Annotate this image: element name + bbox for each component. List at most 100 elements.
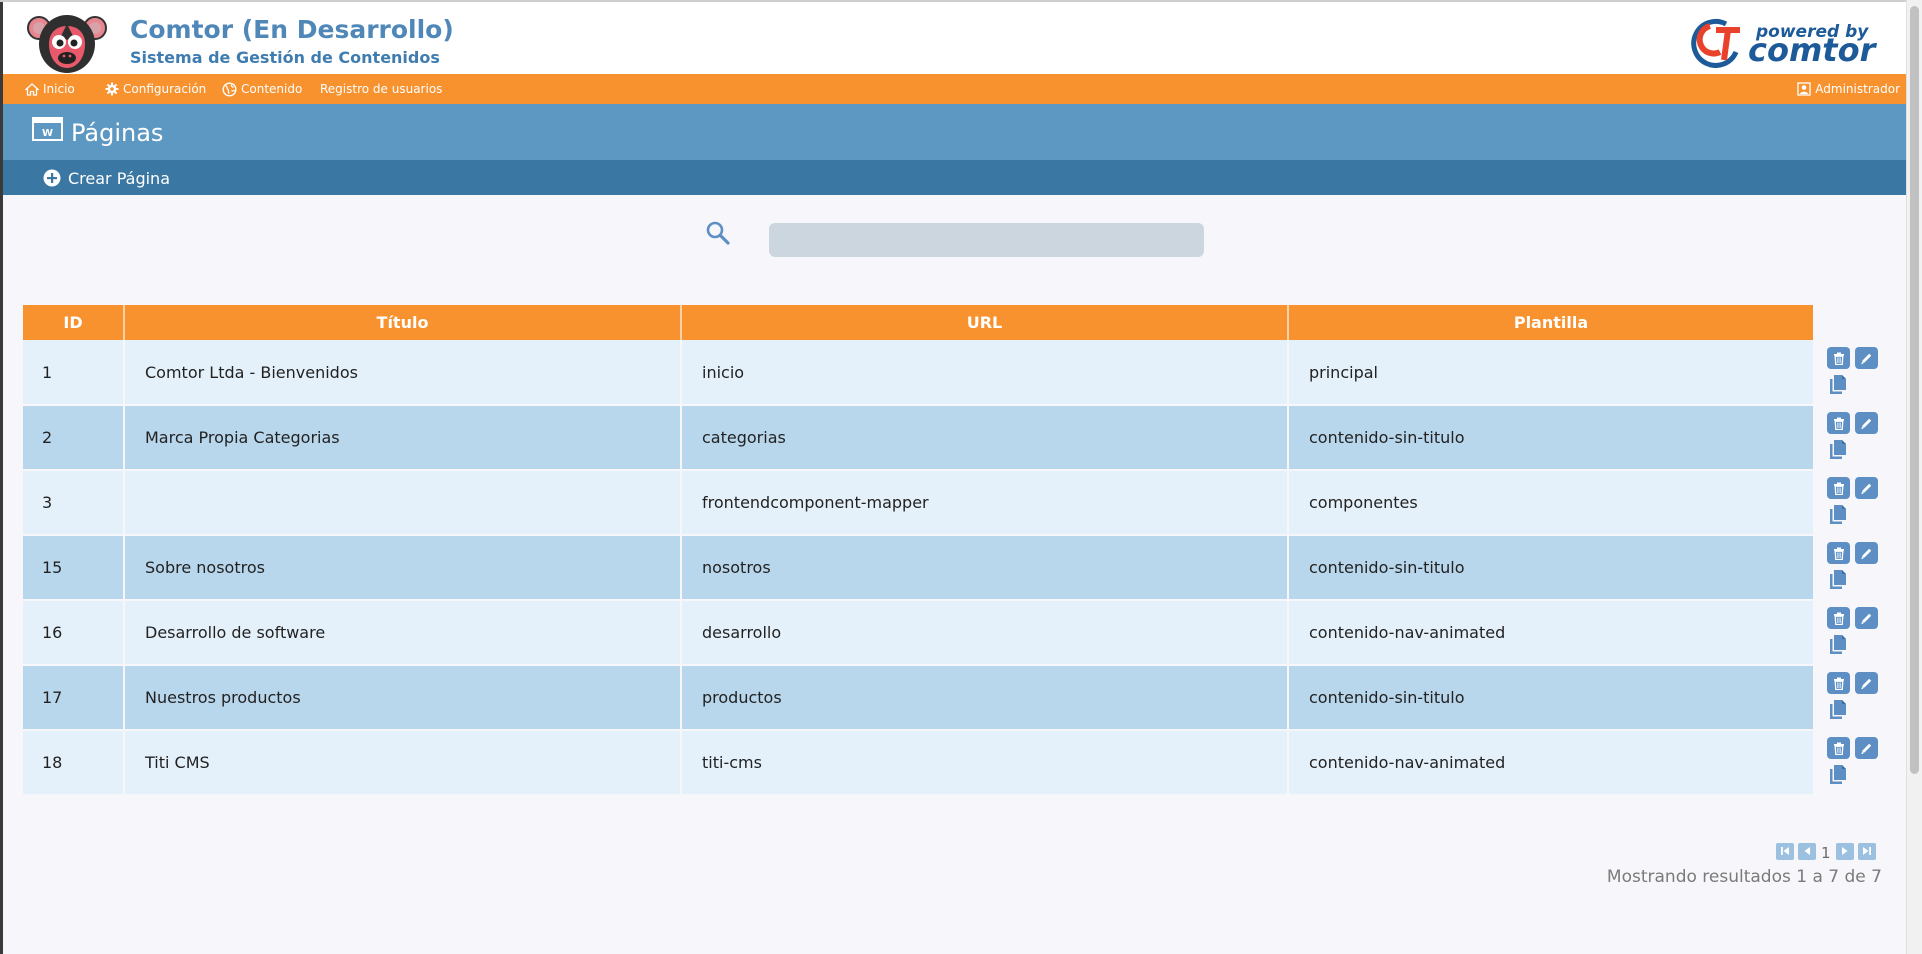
edit-row-button[interactable] <box>1855 607 1878 629</box>
search-icon[interactable] <box>705 220 731 246</box>
delete-row-button[interactable] <box>1827 542 1850 564</box>
delete-row-button[interactable] <box>1827 412 1850 434</box>
content-area: ID Título URL Plantilla 1 Comtor Ltda - … <box>3 195 1906 954</box>
nav-item-inicio[interactable]: Inicio <box>25 74 75 104</box>
previous-page-icon <box>1804 847 1810 855</box>
table-row[interactable]: 3 frontendcomponent-mapper componentes <box>23 470 1813 536</box>
edit-row-button[interactable] <box>1855 672 1878 694</box>
user-menu[interactable]: Administrador <box>1797 74 1900 104</box>
table-row[interactable]: 17 Nuestros productos productos contenid… <box>23 665 1813 731</box>
cell-titulo: Comtor Ltda - Bienvenidos <box>124 340 682 406</box>
duplicate-row-button[interactable] <box>1827 698 1849 724</box>
cell-plantilla: contenido-sin-titulo <box>1288 535 1813 601</box>
nav-item-label: Configuración <box>123 82 207 96</box>
duplicate-row-button[interactable] <box>1827 438 1849 464</box>
next-page-icon <box>1841 847 1848 855</box>
table-row[interactable]: 16 Desarrollo de software desarrollo con… <box>23 600 1813 666</box>
nav-item-configuracion[interactable]: Configuración <box>105 74 206 104</box>
gear-icon <box>105 82 119 96</box>
cell-plantilla: contenido-nav-animated <box>1288 600 1813 666</box>
table-row[interactable]: 18 Titi CMS titi-cms contenido-nav-anima… <box>23 730 1813 796</box>
cell-url: categorias <box>681 405 1289 471</box>
edit-row-button[interactable] <box>1855 542 1878 564</box>
row-action-group <box>1827 737 1878 797</box>
trash-icon <box>1833 482 1844 495</box>
plus-circle-icon <box>43 169 61 187</box>
nav-item-contenido[interactable]: Contenido <box>222 74 302 104</box>
nav-item-label: Registro de usuarios <box>320 82 443 96</box>
row-action-group <box>1827 347 1878 407</box>
first-page-icon <box>1781 847 1789 855</box>
column-header-id[interactable]: ID <box>23 305 125 340</box>
row-action-group <box>1827 672 1878 732</box>
duplicate-row-button[interactable] <box>1827 763 1849 789</box>
scrollbar-thumb[interactable] <box>1910 6 1919 774</box>
edit-row-button[interactable] <box>1855 347 1878 369</box>
current-page-number: 1 <box>1821 843 1831 862</box>
table-row[interactable]: 1 Comtor Ltda - Bienvenidos inicio princ… <box>23 340 1813 406</box>
web-page-icon: W <box>32 117 63 141</box>
app-title: Comtor (En Desarrollo) <box>130 15 454 44</box>
next-page-button[interactable] <box>1835 842 1854 860</box>
edit-row-button[interactable] <box>1855 412 1878 434</box>
cell-titulo: Titi CMS <box>124 730 682 796</box>
copy-icon <box>1830 700 1846 719</box>
delete-row-button[interactable] <box>1827 607 1850 629</box>
previous-page-button[interactable] <box>1798 842 1816 860</box>
copy-icon <box>1830 765 1846 784</box>
trash-icon <box>1833 352 1844 365</box>
pencil-icon <box>1861 678 1872 689</box>
action-bar: Crear Página <box>3 160 1906 195</box>
duplicate-row-button[interactable] <box>1827 373 1849 399</box>
trash-icon <box>1833 417 1844 430</box>
table-header-row: ID Título URL Plantilla <box>23 305 1813 340</box>
cell-url: productos <box>681 665 1289 731</box>
duplicate-row-button[interactable] <box>1827 503 1849 529</box>
column-header-titulo[interactable]: Título <box>124 305 682 340</box>
column-header-plantilla[interactable]: Plantilla <box>1288 305 1813 340</box>
cell-titulo: Marca Propia Categorias <box>124 405 682 471</box>
cell-id: 17 <box>23 665 125 731</box>
edit-row-button[interactable] <box>1855 737 1878 759</box>
web-page-icon-letter: W <box>42 128 53 139</box>
copy-icon <box>1830 375 1846 394</box>
cell-plantilla: contenido-nav-animated <box>1288 730 1813 796</box>
copy-icon <box>1830 505 1846 524</box>
delete-row-button[interactable] <box>1827 347 1850 369</box>
duplicate-row-button[interactable] <box>1827 568 1849 594</box>
row-action-group <box>1827 542 1878 602</box>
delete-row-button[interactable] <box>1827 737 1850 759</box>
pages-table-wrapper: ID Título URL Plantilla 1 Comtor Ltda - … <box>23 305 1813 796</box>
cell-plantilla: contenido-sin-titulo <box>1288 665 1813 731</box>
delete-row-button[interactable] <box>1827 672 1850 694</box>
ct-logo-icon <box>1691 18 1740 68</box>
create-page-button[interactable]: Crear Página <box>43 165 170 191</box>
pencil-icon <box>1861 353 1872 364</box>
first-page-button[interactable] <box>1776 842 1794 860</box>
nav-item-registro-usuarios[interactable]: Registro de usuarios <box>320 74 442 104</box>
home-icon <box>25 82 39 96</box>
trash-icon <box>1833 742 1844 755</box>
user-menu-label: Administrador <box>1815 82 1900 96</box>
nav-item-label: Inicio <box>43 82 75 96</box>
cell-url: desarrollo <box>681 600 1289 666</box>
table-row[interactable]: 15 Sobre nosotros nosotros contenido-sin… <box>23 535 1813 601</box>
copy-icon <box>1830 440 1846 459</box>
pencil-icon <box>1861 613 1872 624</box>
table-row[interactable]: 2 Marca Propia Categorias categorias con… <box>23 405 1813 471</box>
last-page-icon <box>1862 847 1871 855</box>
cell-id: 1 <box>23 340 125 406</box>
cell-titulo: Nuestros productos <box>124 665 682 731</box>
column-header-url[interactable]: URL <box>681 305 1289 340</box>
cell-url: frontendcomponent-mapper <box>681 470 1289 536</box>
main-navbar: Inicio Configuración Contenido Registro … <box>3 74 1906 104</box>
pencil-icon <box>1861 483 1872 494</box>
duplicate-row-button[interactable] <box>1827 633 1849 659</box>
cell-titulo: Desarrollo de software <box>124 600 682 666</box>
cell-plantilla: principal <box>1288 340 1813 406</box>
last-page-button[interactable] <box>1857 842 1876 860</box>
delete-row-button[interactable] <box>1827 477 1850 499</box>
edit-row-button[interactable] <box>1855 477 1878 499</box>
search-input[interactable] <box>769 223 1204 257</box>
results-info: Mostrando resultados 1 a 7 de 7 <box>1606 867 1882 887</box>
